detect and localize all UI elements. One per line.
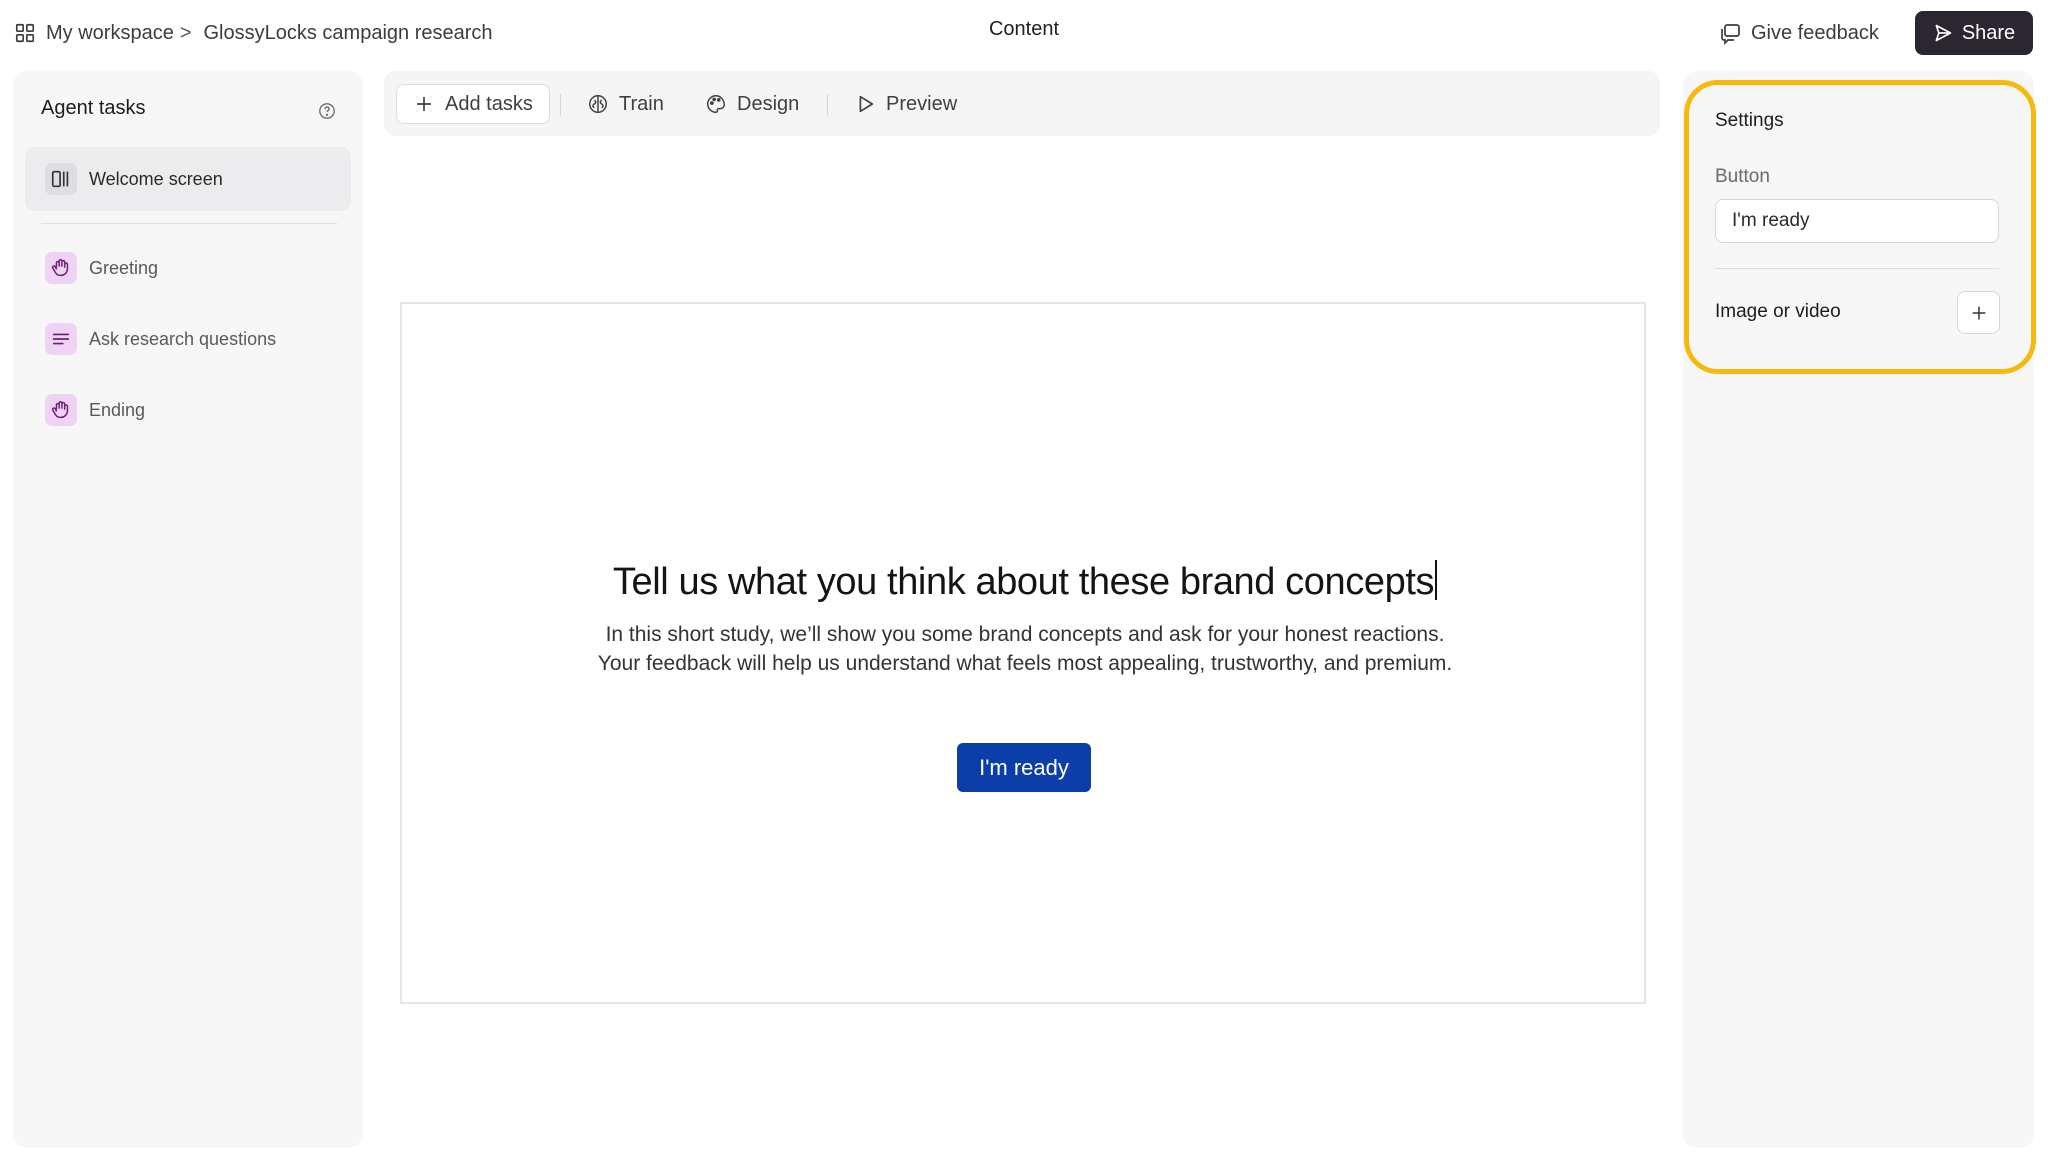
task-item-greeting[interactable]: Greeting (25, 236, 351, 300)
breadcrumb-workspace[interactable]: My workspace (46, 22, 174, 45)
waving-hand-icon (45, 252, 77, 284)
welcome-description[interactable]: In this short study, we’ll show you some… (592, 620, 1458, 678)
task-label: Ending (89, 399, 146, 420)
text-lines-icon (45, 323, 77, 355)
add-tasks-label: Add tasks (445, 92, 533, 115)
task-label: Greeting (89, 257, 159, 278)
preview-label: Preview (886, 92, 958, 115)
give-feedback-button[interactable]: Give feedback (1718, 16, 1879, 50)
breadcrumb-project[interactable]: GlossyLocks campaign research (204, 22, 493, 45)
task-divider (41, 223, 337, 224)
agent-tasks-title: Agent tasks (41, 97, 146, 119)
button-field-label: Button (1715, 166, 1770, 187)
add-tasks-button[interactable]: Add tasks (396, 84, 550, 124)
brain-icon (589, 95, 607, 113)
play-icon (859, 95, 874, 113)
top-bar: My workspace > GlossyLocks campaign rese… (0, 0, 2048, 66)
task-label: Welcome screen (89, 168, 223, 189)
task-item-welcome-screen[interactable]: Welcome screen (25, 147, 351, 211)
feedback-icon (1718, 21, 1742, 45)
send-icon (1933, 23, 1953, 43)
breadcrumb: My workspace > GlossyLocks campaign rese… (14, 18, 493, 48)
train-label: Train (619, 92, 664, 115)
task-item-ask-research-questions[interactable]: Ask research questions (25, 307, 351, 371)
image-or-video-label: Image or video (1715, 301, 1841, 322)
train-button[interactable]: Train (587, 84, 664, 124)
waving-hand-icon (45, 394, 77, 426)
welcome-title-editor[interactable]: Tell us what you think about these brand… (402, 560, 1648, 604)
agent-tasks-panel: Agent tasks Welcome screen Greeting Ask … (13, 71, 363, 1148)
design-button[interactable]: Design (705, 84, 799, 124)
grid-icon[interactable] (14, 22, 36, 44)
button-text-input[interactable] (1715, 199, 1999, 243)
settings-divider (1715, 268, 1999, 269)
share-button[interactable]: Share (1915, 11, 2033, 55)
im-ready-button[interactable]: I'm ready (957, 743, 1091, 792)
task-item-ending[interactable]: Ending (25, 378, 351, 442)
add-media-button[interactable] (1957, 291, 2000, 334)
plus-icon (416, 96, 432, 112)
settings-panel: Settings Button Image or video (1684, 80, 2036, 374)
toolbar-divider (560, 94, 561, 116)
toolbar-divider (827, 94, 828, 116)
preview-button[interactable]: Preview (854, 84, 957, 124)
palette-icon (707, 95, 725, 113)
editor-toolbar: Add tasks Train Design Preview (384, 71, 1660, 136)
share-label: Share (1961, 21, 2016, 44)
layout-columns-icon (45, 163, 77, 195)
text-cursor (1435, 560, 1438, 600)
task-label: Ask research questions (89, 328, 277, 349)
settings-title: Settings (1715, 110, 1784, 131)
help-icon[interactable] (318, 102, 336, 120)
give-feedback-label: Give feedback (1751, 21, 1879, 44)
welcome-title: Tell us what you think about these brand… (612, 561, 1435, 603)
plus-icon (1971, 305, 1986, 320)
welcome-screen-canvas: Tell us what you think about these brand… (400, 302, 1646, 1004)
breadcrumb-separator: > (179, 21, 192, 44)
design-label: Design (737, 92, 800, 115)
